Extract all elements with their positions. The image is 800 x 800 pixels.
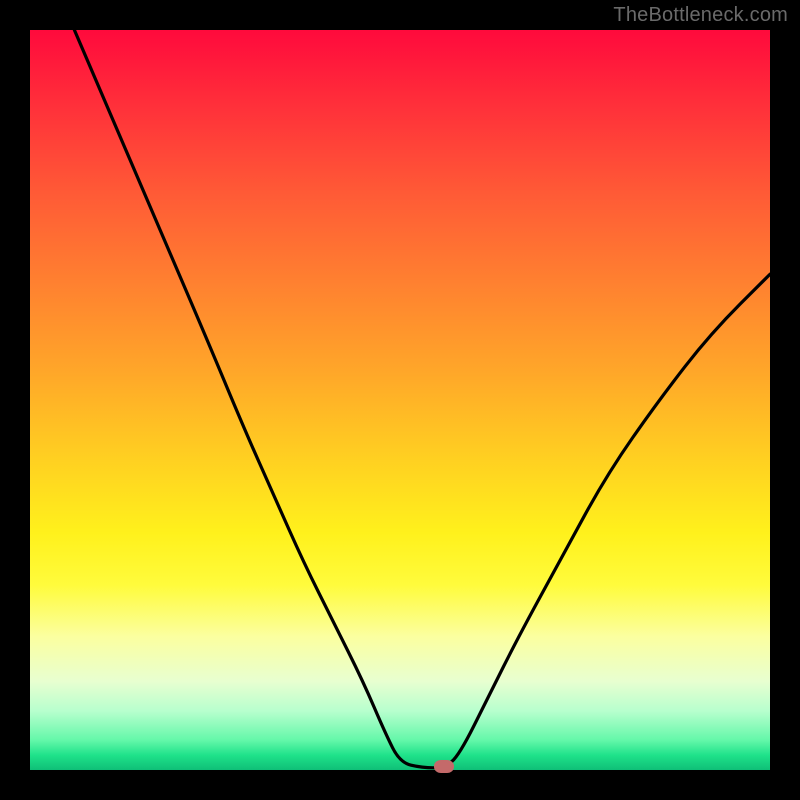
minimum-marker [434,760,454,773]
chart-frame: TheBottleneck.com [0,0,800,800]
bottleneck-curve [74,30,770,768]
watermark-text: TheBottleneck.com [613,4,788,27]
curve-svg [30,30,770,770]
plot-area [30,30,770,770]
